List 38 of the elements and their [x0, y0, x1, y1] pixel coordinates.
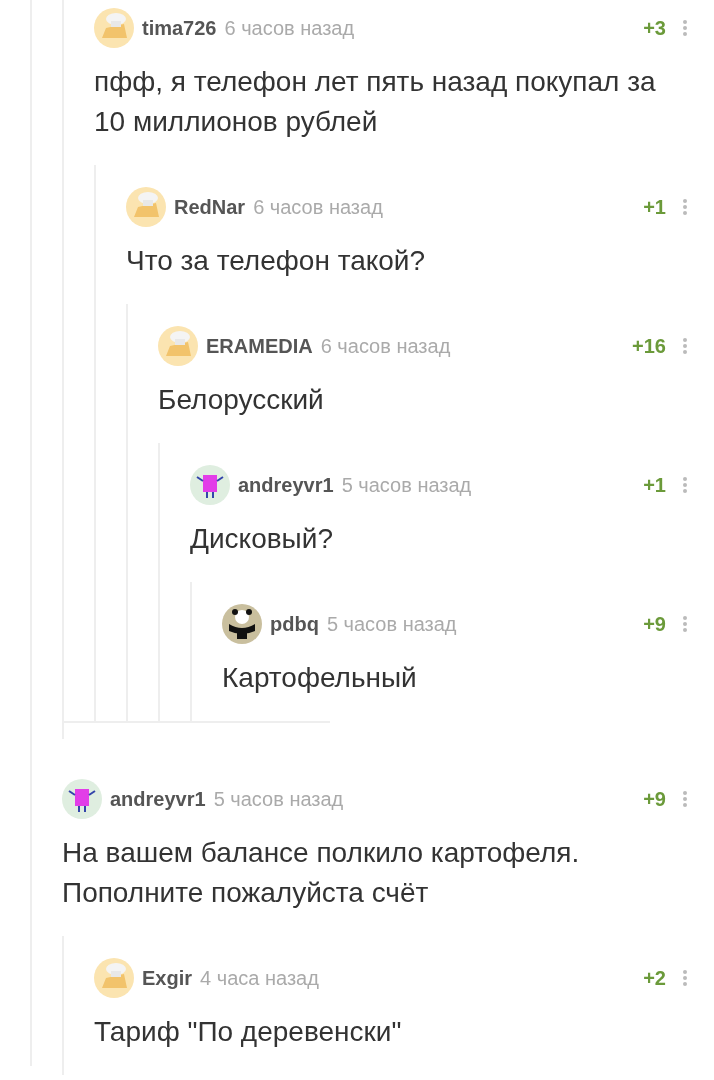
comment-text: пфф, я телефон лет пять назад покупал за 10 миллионов рублей	[94, 65, 657, 139]
username[interactable]: tima726	[142, 13, 217, 43]
rating: +16	[632, 334, 666, 359]
comment-text: Картофельный	[222, 661, 418, 695]
username[interactable]: pdbq	[270, 609, 319, 639]
avatar-icon[interactable]	[222, 604, 262, 644]
more-icon[interactable]	[682, 615, 688, 633]
rating: +3	[643, 16, 666, 41]
comment-text: Дисковый?	[190, 522, 334, 556]
comment-text: Что за телефон такой?	[126, 244, 427, 278]
username[interactable]: ERAMEDIA	[206, 331, 313, 361]
comment-text: На вашем балансе полкило картофеля. Пополните пожалуйста счёт	[62, 836, 581, 910]
timestamp: 5 часов назад	[341, 473, 472, 498]
timestamp: 4 часа назад	[200, 966, 319, 991]
rating: +1	[643, 473, 666, 498]
username[interactable]: andreyvr1	[110, 784, 206, 814]
username[interactable]: andreyvr1	[238, 470, 334, 500]
timestamp: 5 часов назад	[213, 787, 344, 812]
more-icon[interactable]	[682, 476, 688, 494]
rating: +2	[643, 966, 666, 991]
timestamp: 6 часов назад	[320, 334, 451, 359]
comment-text: Тариф "По деревенски"	[94, 1015, 403, 1049]
rating: +9	[643, 612, 666, 637]
timestamp: 5 часов назад	[326, 612, 457, 637]
username[interactable]: Exgir	[142, 963, 193, 993]
more-icon[interactable]	[682, 969, 688, 987]
rating: +1	[643, 195, 666, 220]
timestamp: 6 часов назад	[253, 195, 383, 220]
rating: +9	[643, 787, 666, 812]
more-icon[interactable]	[682, 337, 688, 355]
more-icon[interactable]	[682, 19, 688, 37]
avatar-icon[interactable]	[62, 779, 102, 819]
comment-text: Белорусский	[158, 383, 325, 417]
username[interactable]: RedNar	[174, 192, 246, 222]
more-icon[interactable]	[682, 198, 688, 216]
timestamp: 6 часов назад	[224, 16, 355, 41]
more-icon[interactable]	[682, 790, 688, 808]
avatar-icon[interactable]	[190, 465, 230, 505]
